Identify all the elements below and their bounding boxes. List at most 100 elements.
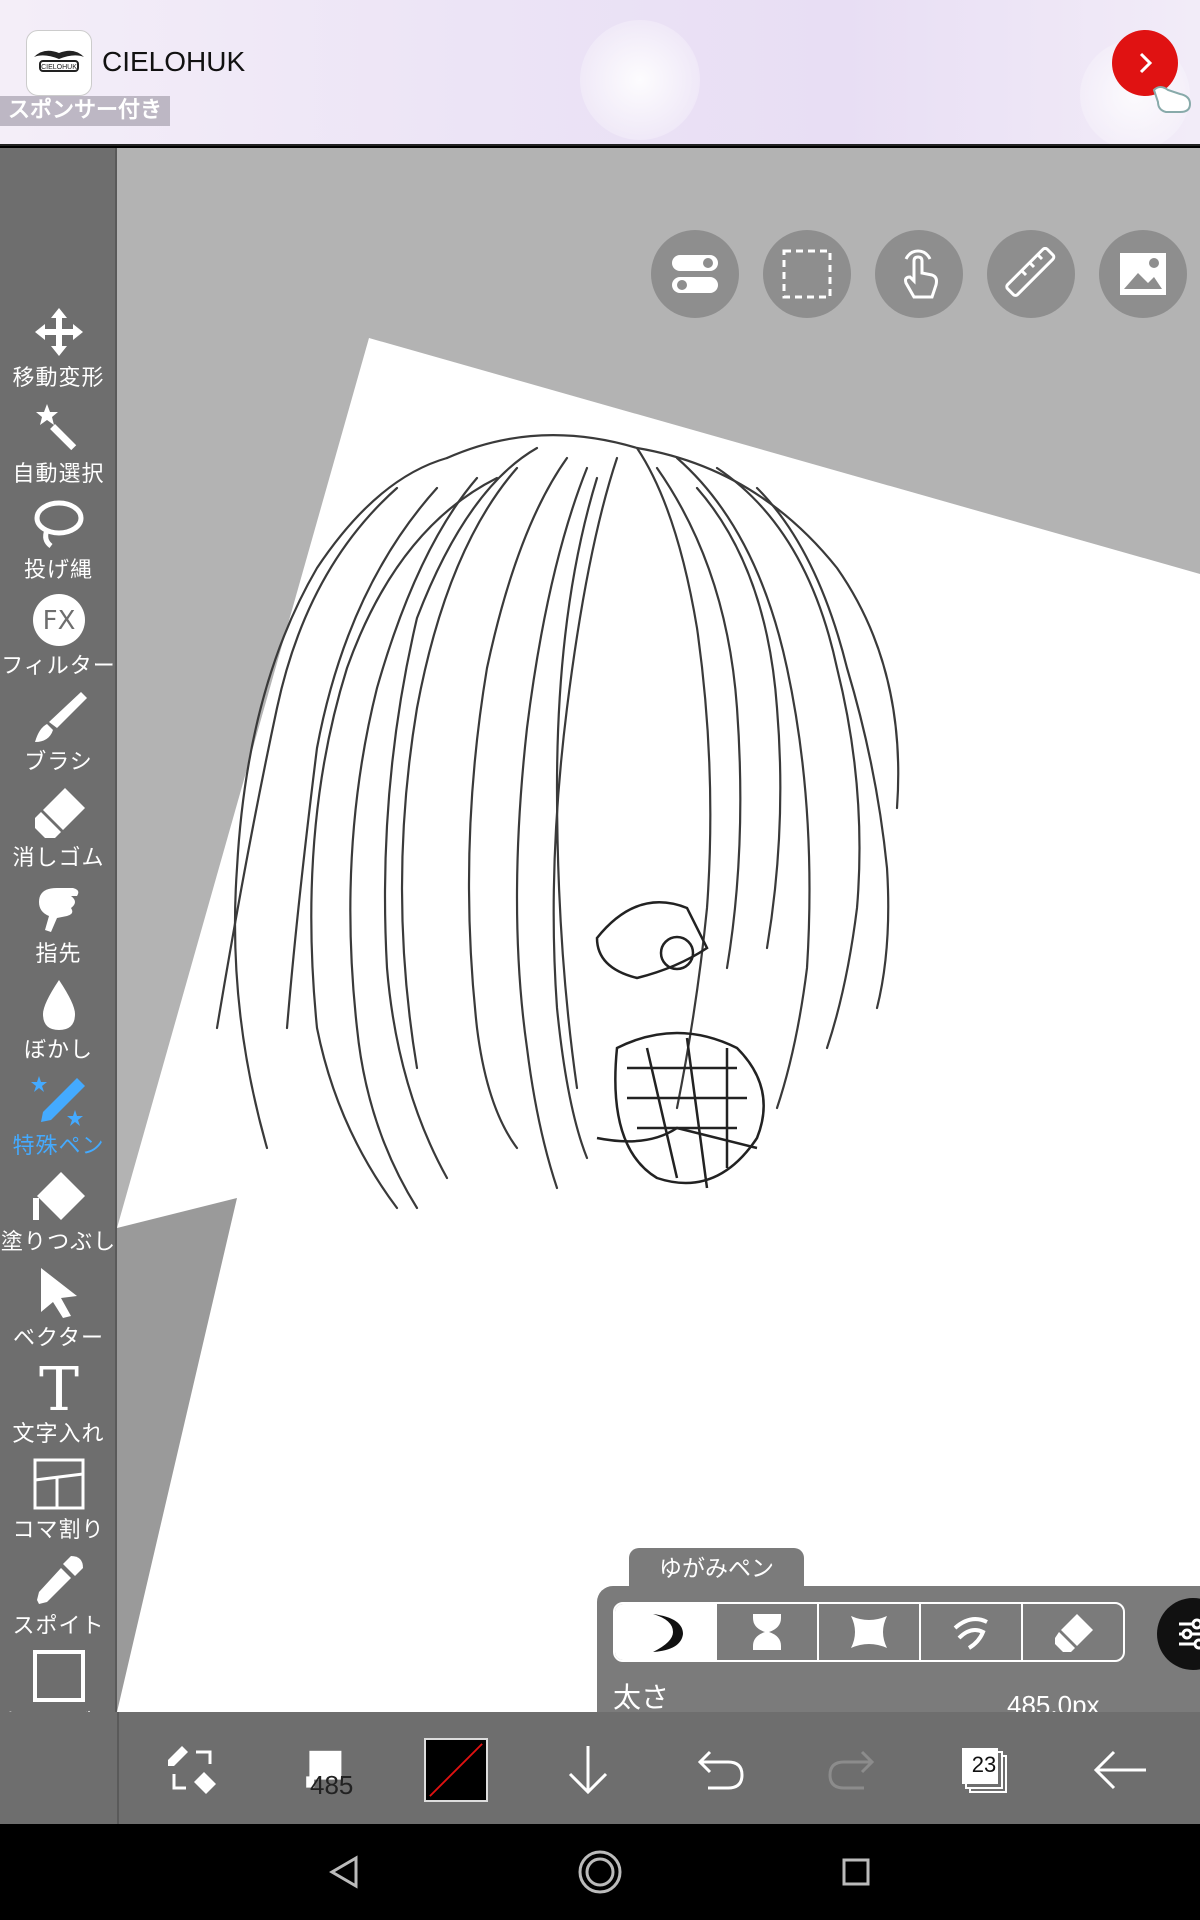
touch-gesture-icon bbox=[904, 249, 938, 299]
tool-label: 投げ縄 bbox=[23, 558, 93, 583]
tool-fill[interactable]: 塗りつぶし bbox=[0, 1168, 117, 1264]
triangle-back-icon bbox=[329, 1855, 358, 1889]
blur-drop-icon bbox=[42, 980, 75, 1030]
brush-settings-panel: 太さ 485.0px − + bbox=[597, 1586, 1200, 1712]
tool-label: 移動変形 bbox=[12, 366, 105, 391]
svg-text:T: T bbox=[38, 1360, 78, 1416]
tool-label: 自動選択 bbox=[12, 462, 105, 487]
fx-icon: FX bbox=[32, 594, 85, 646]
tool-filter[interactable]: FX フィルター bbox=[0, 592, 117, 688]
mode-crescent[interactable] bbox=[615, 1604, 717, 1660]
pen-eraser-swap-button[interactable] bbox=[164, 1742, 220, 1798]
vector-icon bbox=[40, 1268, 77, 1318]
eraser-icon bbox=[34, 788, 85, 838]
distortion-mode-selector bbox=[613, 1602, 1125, 1662]
pointer-hand-icon bbox=[1152, 86, 1192, 113]
tool-auto-select[interactable]: 自動選択 bbox=[0, 400, 117, 496]
swirl-icon bbox=[953, 1617, 988, 1650]
tool-label: フィルター bbox=[1, 654, 116, 679]
tool-special-pen[interactable]: 特殊ペン bbox=[0, 1072, 117, 1168]
mode-pinch[interactable] bbox=[819, 1604, 921, 1660]
arrow-left-icon bbox=[1093, 1750, 1146, 1790]
nav-home-button[interactable] bbox=[572, 1844, 628, 1900]
selection-rect-icon bbox=[782, 249, 832, 299]
layer-count: 23 bbox=[971, 1752, 997, 1777]
ad-title[interactable]: CIELOHUK bbox=[102, 46, 245, 78]
tool-move-transform[interactable]: 移動変形 bbox=[0, 304, 117, 400]
pinch-icon bbox=[851, 1616, 887, 1648]
image-button[interactable] bbox=[1099, 230, 1187, 318]
tool-label: ベクター bbox=[12, 1326, 105, 1351]
tool-text[interactable]: T 文字入れ bbox=[0, 1360, 117, 1456]
tool-frame-divider[interactable]: コマ割り bbox=[0, 1456, 117, 1552]
tool-label: 文字入れ bbox=[12, 1422, 105, 1447]
tool-eyedropper[interactable]: スポイト bbox=[0, 1552, 117, 1648]
down-arrow-button[interactable] bbox=[560, 1742, 616, 1798]
undo-button[interactable] bbox=[692, 1742, 748, 1798]
tool-brush[interactable]: ブラシ bbox=[0, 688, 117, 784]
drawing-canvas-area[interactable]: ゆがみペン 太さ 485.0px − bbox=[117, 148, 1200, 1712]
move-icon bbox=[34, 308, 83, 356]
eyedropper-icon bbox=[36, 1556, 83, 1604]
tool-label: ブラシ bbox=[24, 750, 93, 775]
tool-label: 特殊ペン bbox=[12, 1134, 105, 1159]
mode-swirl[interactable] bbox=[921, 1604, 1023, 1660]
ad-banner[interactable]: CIELOHUK CIELOHUK スポンサー付き bbox=[0, 0, 1200, 146]
undo-icon bbox=[697, 1750, 744, 1790]
circle-home-icon bbox=[578, 1850, 622, 1894]
tool-finger[interactable]: 指先 bbox=[0, 880, 117, 976]
text-icon: T bbox=[38, 1360, 78, 1416]
tool-label: スポイト bbox=[12, 1614, 105, 1639]
nav-back-button[interactable] bbox=[316, 1844, 372, 1900]
tool-vector[interactable]: ベクター bbox=[0, 1264, 117, 1360]
back-button[interactable] bbox=[1092, 1742, 1148, 1798]
frame-divider-icon bbox=[33, 1458, 84, 1510]
arrow-down-icon bbox=[568, 1746, 608, 1795]
tool-sidebar: 移動変形 自動選択 投げ縄 FX フィルター ブラシ 消しゴム 指先 ぼかし 特… bbox=[0, 148, 117, 1824]
mode-hourglass[interactable] bbox=[717, 1604, 819, 1660]
tool-label: コマ割り bbox=[12, 1518, 105, 1543]
ruler-icon bbox=[1005, 247, 1056, 297]
brush-panel-tab[interactable]: ゆがみペン bbox=[629, 1548, 804, 1590]
chevron-right-icon bbox=[1139, 52, 1153, 74]
brush-adjust-button[interactable] bbox=[1157, 1598, 1200, 1670]
sponsored-label: スポンサー付き bbox=[0, 96, 171, 126]
selection-button[interactable] bbox=[763, 230, 851, 318]
color-swatch-button[interactable] bbox=[424, 1738, 488, 1802]
ruler-button[interactable] bbox=[987, 230, 1075, 318]
pen-eraser-swap-icon bbox=[168, 1746, 216, 1794]
tool-label: 指先 bbox=[35, 942, 82, 967]
brush-icon bbox=[34, 692, 87, 742]
tool-lasso[interactable]: 投げ縄 bbox=[0, 496, 117, 592]
redo-icon bbox=[828, 1750, 875, 1790]
crescent-icon bbox=[653, 1614, 683, 1652]
tool-label: 塗りつぶし bbox=[0, 1230, 117, 1255]
ad-decoration bbox=[580, 20, 700, 140]
image-icon bbox=[1120, 253, 1166, 295]
brush-size-number: 485 bbox=[310, 1770, 354, 1800]
finger-icon bbox=[38, 888, 78, 932]
ad-logo-text: CIELOHUK bbox=[41, 64, 77, 71]
ad-logo[interactable]: CIELOHUK bbox=[26, 30, 92, 96]
redo-button[interactable] bbox=[824, 1742, 880, 1798]
magic-wand-icon bbox=[35, 404, 76, 451]
svg-text:FX: FX bbox=[42, 606, 75, 636]
gesture-button[interactable] bbox=[875, 230, 963, 318]
brush-size-value: 485.0px bbox=[1007, 1690, 1100, 1712]
tool-label: 消しゴム bbox=[12, 846, 105, 871]
canvas-icon bbox=[32, 1650, 85, 1702]
tool-eraser[interactable]: 消しゴム bbox=[0, 784, 117, 880]
tool-blur[interactable]: ぼかし bbox=[0, 976, 117, 1072]
color-swatch-icon bbox=[429, 1743, 483, 1797]
drawing-canvas[interactable] bbox=[117, 148, 1200, 1712]
tool-label: ぼかし bbox=[23, 1038, 93, 1063]
lasso-icon bbox=[34, 500, 83, 548]
fill-icon bbox=[32, 1172, 85, 1220]
nav-recents-button[interactable] bbox=[828, 1844, 884, 1900]
mode-eraser[interactable] bbox=[1023, 1604, 1123, 1660]
eraser-icon bbox=[1055, 1614, 1093, 1652]
toggle-button[interactable] bbox=[651, 230, 739, 318]
toggle-icon bbox=[672, 255, 718, 293]
hourglass-icon bbox=[753, 1614, 781, 1650]
canvas-page bbox=[117, 338, 1200, 1712]
